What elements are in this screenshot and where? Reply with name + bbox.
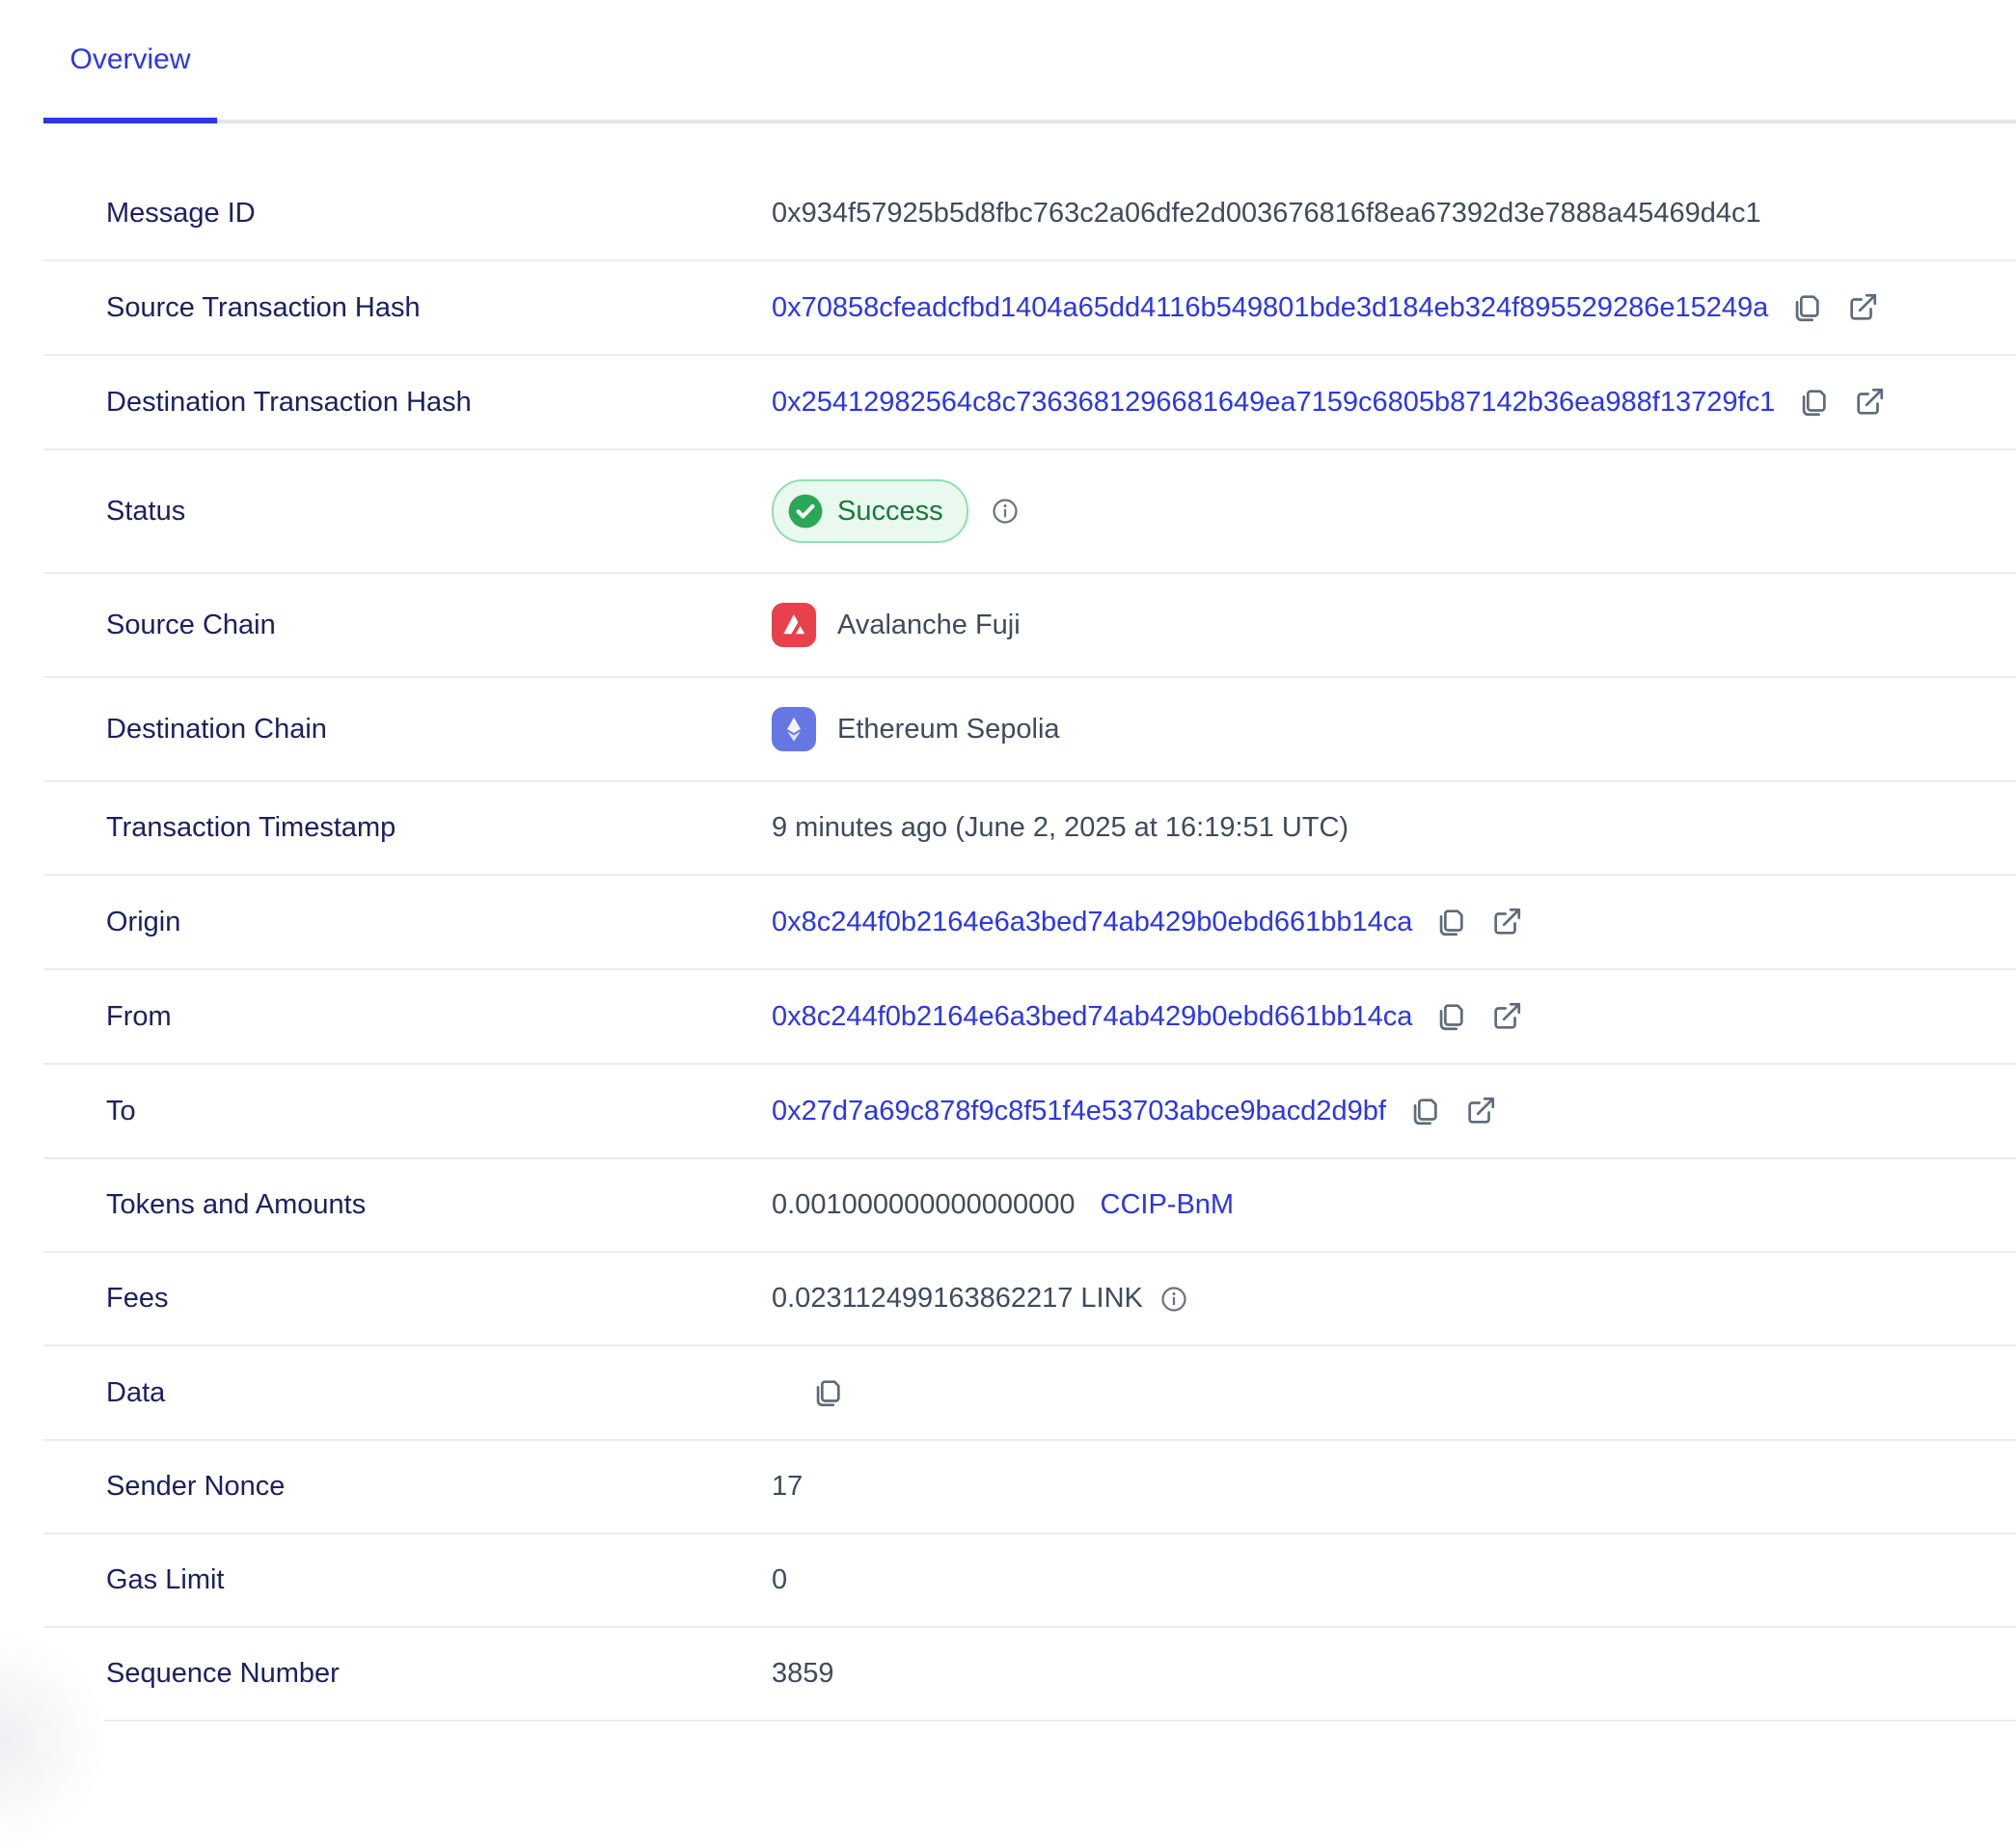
gas-limit-value: 0: [772, 1563, 787, 1597]
table-row: Sender Nonce 17: [43, 1441, 2016, 1534]
external-link-icon[interactable]: [1463, 1094, 1498, 1128]
row-label-from: From: [106, 1000, 772, 1034]
timestamp-value: 9 minutes ago (June 2, 2025 at 16:19:51 …: [772, 811, 1349, 845]
status-badge-label: Success: [837, 495, 943, 529]
to-address-link[interactable]: 0x27d7a69c878f9c8f51f4e53703abce9bacd2d9…: [772, 1095, 1386, 1128]
table-row: Destination Chain Ethereum Sepolia: [43, 678, 2016, 782]
destination-chain-name: Ethereum Sepolia: [837, 713, 1060, 747]
table-row: Transaction Timestamp 9 minutes ago (Jun…: [43, 782, 2016, 876]
copy-icon[interactable]: [1789, 290, 1824, 325]
row-label-gas-limit: Gas Limit: [106, 1563, 772, 1597]
copy-icon[interactable]: [1407, 1094, 1442, 1128]
info-icon[interactable]: [1158, 1284, 1189, 1315]
copy-icon[interactable]: [1433, 905, 1468, 939]
copy-icon[interactable]: [1433, 999, 1468, 1034]
row-label-message-id: Message ID: [106, 197, 772, 231]
row-label-source-chain: Source Chain: [106, 609, 772, 642]
sender-nonce-value: 17: [772, 1470, 803, 1504]
table-row: Data: [43, 1346, 2016, 1441]
destination-tx-hash-link[interactable]: 0x25412982564c8c7363681296681649ea7159c6…: [772, 386, 1775, 420]
table-row: Tokens and Amounts 0.001000000000000000 …: [43, 1159, 2016, 1253]
table-row: Sequence Number 3859: [43, 1628, 2016, 1722]
tab-bar: Overview: [43, 0, 2016, 123]
token-amount-value: 0.001000000000000000: [772, 1188, 1076, 1222]
row-label-status: Status: [106, 495, 772, 529]
table-row: To 0x27d7a69c878f9c8f51f4e53703abce9bacd…: [43, 1065, 2016, 1159]
row-label-origin: Origin: [106, 906, 772, 939]
row-label-sender-nonce: Sender Nonce: [106, 1470, 772, 1504]
source-chain-name: Avalanche Fuji: [837, 609, 1021, 642]
row-label-timestamp: Transaction Timestamp: [106, 811, 772, 845]
external-link-icon[interactable]: [1845, 290, 1880, 325]
row-label-sequence-number: Sequence Number: [106, 1657, 772, 1691]
table-row: Origin 0x8c244f0b2164e6a3bed74ab429b0ebd…: [43, 876, 2016, 970]
table-row: Source Chain Avalanche Fuji: [43, 574, 2016, 678]
row-label-to: To: [106, 1095, 772, 1128]
row-label-data: Data: [106, 1376, 772, 1410]
ethereum-logo-icon: [772, 707, 816, 751]
external-link-icon[interactable]: [1852, 385, 1887, 420]
token-name-link[interactable]: CCIP-BnM: [1101, 1188, 1235, 1222]
row-label-source-tx-hash: Source Transaction Hash: [106, 291, 772, 325]
table-row: Fees 0.023112499163862217 LINK: [43, 1253, 2016, 1346]
copy-icon[interactable]: [810, 1375, 845, 1410]
copy-icon[interactable]: [1796, 385, 1831, 420]
table-row: From 0x8c244f0b2164e6a3bed74ab429b0ebd66…: [43, 970, 2016, 1065]
tab-overview[interactable]: Overview: [43, 0, 217, 120]
table-row: Message ID 0x934f57925b5d8fbc763c2a06dfe…: [43, 168, 2016, 261]
message-id-value: 0x934f57925b5d8fbc763c2a06dfe2d003676816…: [772, 197, 1761, 231]
row-label-tokens-amounts: Tokens and Amounts: [106, 1188, 772, 1222]
status-badge: Success: [772, 479, 968, 543]
tab-overview-label: Overview: [69, 43, 190, 76]
external-link-icon[interactable]: [1489, 999, 1524, 1034]
from-address-link[interactable]: 0x8c244f0b2164e6a3bed74ab429b0ebd661bb14…: [772, 1000, 1412, 1034]
external-link-icon[interactable]: [1489, 905, 1524, 939]
transaction-details-table: Message ID 0x934f57925b5d8fbc763c2a06dfe…: [43, 168, 2016, 1722]
check-circle-icon: [787, 493, 824, 529]
info-icon[interactable]: [990, 496, 1021, 527]
row-label-fees: Fees: [106, 1282, 772, 1316]
fees-value: 0.023112499163862217 LINK: [772, 1282, 1143, 1316]
avalanche-logo-icon: [772, 603, 816, 647]
sequence-number-value: 3859: [772, 1657, 834, 1691]
table-row: Status Success: [43, 450, 2016, 574]
source-tx-hash-link[interactable]: 0x70858cfeadcfbd1404a65dd4116b549801bde3…: [772, 291, 1768, 325]
origin-address-link[interactable]: 0x8c244f0b2164e6a3bed74ab429b0ebd661bb14…: [772, 906, 1412, 939]
transaction-overview-panel: Overview Message ID 0x934f57925b5d8fbc76…: [43, 0, 2016, 1722]
row-label-destination-chain: Destination Chain: [106, 713, 772, 747]
table-row: Source Transaction Hash 0x70858cfeadcfbd…: [43, 261, 2016, 356]
table-row: Gas Limit 0: [43, 1534, 2016, 1628]
row-label-destination-tx-hash: Destination Transaction Hash: [106, 386, 772, 420]
table-row: Destination Transaction Hash 0x254129825…: [43, 356, 2016, 450]
